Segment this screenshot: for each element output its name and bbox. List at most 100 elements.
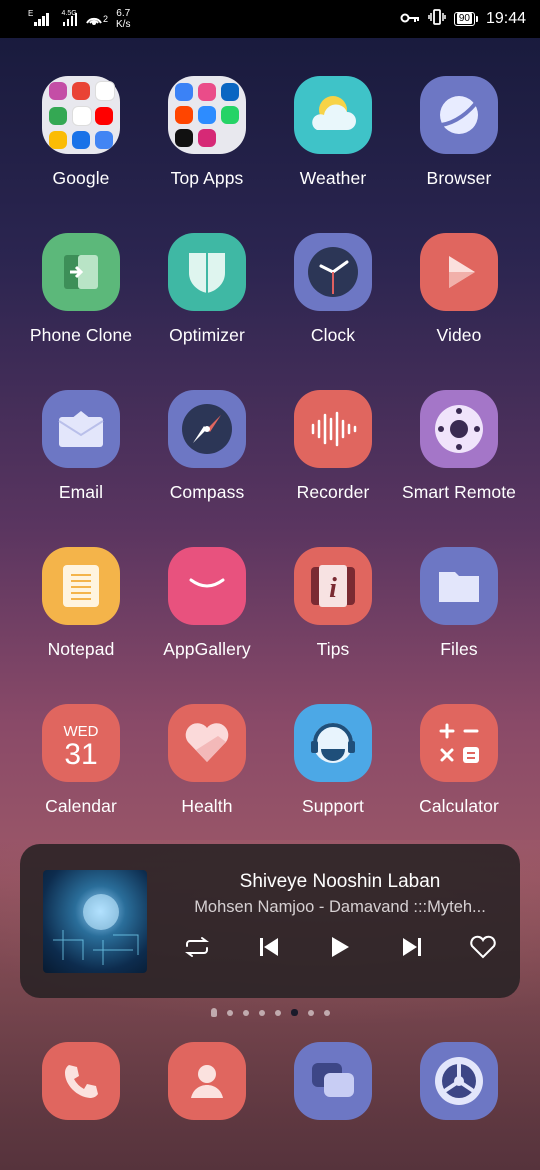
- appgallery-icon: [168, 547, 246, 625]
- app-top-apps-folder[interactable]: Top Apps: [144, 76, 270, 189]
- google-folder-icon: [42, 76, 120, 154]
- dock-contacts[interactable]: [144, 1042, 270, 1120]
- page-indicator[interactable]: [0, 1008, 540, 1017]
- calculator-icon: [420, 704, 498, 782]
- battery-level: 90: [456, 13, 472, 24]
- app-calendar[interactable]: WED 31 Calendar: [18, 704, 144, 817]
- app-health[interactable]: Health: [144, 704, 270, 817]
- app-notepad[interactable]: Notepad: [18, 547, 144, 660]
- dock-phone[interactable]: [18, 1042, 144, 1120]
- network-type2: 4.5G: [61, 10, 77, 17]
- speed-value: 6.7: [116, 8, 131, 19]
- signal-icon: E: [28, 10, 49, 26]
- app-optimizer[interactable]: Optimizer: [144, 233, 270, 346]
- app-label: Health: [181, 796, 233, 816]
- phone-icon: [42, 1042, 120, 1120]
- notepad-icon: [42, 547, 120, 625]
- app-weather[interactable]: Weather: [270, 76, 396, 189]
- app-label: Files: [440, 639, 478, 659]
- app-files[interactable]: Files: [396, 547, 522, 660]
- page-dot[interactable]: [323, 1009, 330, 1016]
- files-icon: [420, 547, 498, 625]
- dock-messages[interactable]: [270, 1042, 396, 1120]
- messages-icon: [294, 1042, 372, 1120]
- video-icon: [420, 233, 498, 311]
- app-google-folder[interactable]: Google: [18, 76, 144, 189]
- app-support[interactable]: Support: [270, 704, 396, 817]
- recorder-icon: [294, 390, 372, 468]
- email-icon: [42, 390, 120, 468]
- app-label: Weather: [299, 168, 367, 188]
- hotspot-icon: 2: [85, 11, 108, 27]
- page-dot-active[interactable]: [290, 1009, 298, 1016]
- svg-text:i: i: [329, 573, 337, 604]
- page-dot[interactable]: [274, 1009, 281, 1016]
- app-label: AppGallery: [163, 639, 251, 659]
- play-icon[interactable]: [323, 930, 357, 964]
- app-label: Top Apps: [170, 168, 244, 188]
- app-label: Compass: [169, 482, 245, 502]
- app-label: Smart Remote: [401, 482, 516, 502]
- phone-clone-icon: [42, 233, 120, 311]
- tips-icon: i: [294, 547, 372, 625]
- signal2-icon: 4.5G: [61, 10, 77, 26]
- repeat-icon[interactable]: [180, 930, 214, 964]
- calendar-day: WED: [63, 722, 99, 740]
- app-label: Calculator: [419, 796, 499, 816]
- app-label: Tips: [316, 639, 350, 659]
- speed-unit: K/s: [116, 19, 131, 30]
- app-label: Phone Clone: [29, 325, 133, 345]
- top-apps-folder-icon: [168, 76, 246, 154]
- page-dot[interactable]: [307, 1009, 314, 1016]
- page-dot[interactable]: [258, 1009, 265, 1016]
- home-page-dot[interactable]: [210, 1008, 217, 1017]
- compass-icon: [168, 390, 246, 468]
- music-player-widget[interactable]: Shiveye Nooshin Laban Mohsen Namjoo - Da…: [20, 844, 520, 998]
- clock-icon: [294, 233, 372, 311]
- page-dot[interactable]: [226, 1009, 233, 1016]
- album-art[interactable]: [43, 870, 147, 973]
- app-video[interactable]: Video: [396, 233, 522, 346]
- app-label: Google: [52, 168, 110, 188]
- app-label: Recorder: [296, 482, 370, 502]
- player-controls: [180, 930, 500, 964]
- health-icon: [168, 704, 246, 782]
- app-label: Support: [302, 796, 364, 816]
- app-appgallery[interactable]: AppGallery: [144, 547, 270, 660]
- app-label: Browser: [426, 168, 492, 188]
- app-compass[interactable]: Compass: [144, 390, 270, 503]
- status-bar: E 4.5G 2 6.7 K/s 90 19:44: [0, 0, 540, 38]
- calendar-icon: WED 31: [42, 704, 120, 782]
- status-time: 19:44: [485, 10, 526, 27]
- vibrate-icon: [428, 9, 446, 29]
- app-browser[interactable]: Browser: [396, 76, 522, 189]
- app-smart-remote[interactable]: Smart Remote: [396, 390, 522, 503]
- hotspot-count: 2: [103, 14, 109, 24]
- app-email[interactable]: Email: [18, 390, 144, 503]
- app-tips[interactable]: i Tips: [270, 547, 396, 660]
- battery-icon: 90: [453, 12, 478, 26]
- app-calculator[interactable]: Calculator: [396, 704, 522, 817]
- calendar-date: 31: [64, 737, 98, 771]
- app-label: Video: [436, 325, 482, 345]
- network-type: E: [28, 9, 34, 18]
- browser-icon: [420, 76, 498, 154]
- song-title: Shiveye Nooshin Laban: [239, 871, 441, 892]
- dock-settings[interactable]: [396, 1042, 522, 1120]
- net-speed: 6.7 K/s: [116, 8, 130, 30]
- support-icon: [294, 704, 372, 782]
- next-icon[interactable]: [395, 930, 429, 964]
- optimizer-icon: [168, 233, 246, 311]
- app-label: Notepad: [47, 639, 115, 659]
- heart-icon[interactable]: [466, 930, 500, 964]
- contacts-icon: [168, 1042, 246, 1120]
- app-phone-clone[interactable]: Phone Clone: [18, 233, 144, 346]
- app-label: Email: [58, 482, 104, 502]
- previous-icon[interactable]: [252, 930, 286, 964]
- page-dot[interactable]: [242, 1009, 249, 1016]
- app-clock[interactable]: Clock: [270, 233, 396, 346]
- app-recorder[interactable]: Recorder: [270, 390, 396, 503]
- app-label: Optimizer: [169, 325, 245, 345]
- key-icon: [400, 11, 420, 28]
- settings-icon: [420, 1042, 498, 1120]
